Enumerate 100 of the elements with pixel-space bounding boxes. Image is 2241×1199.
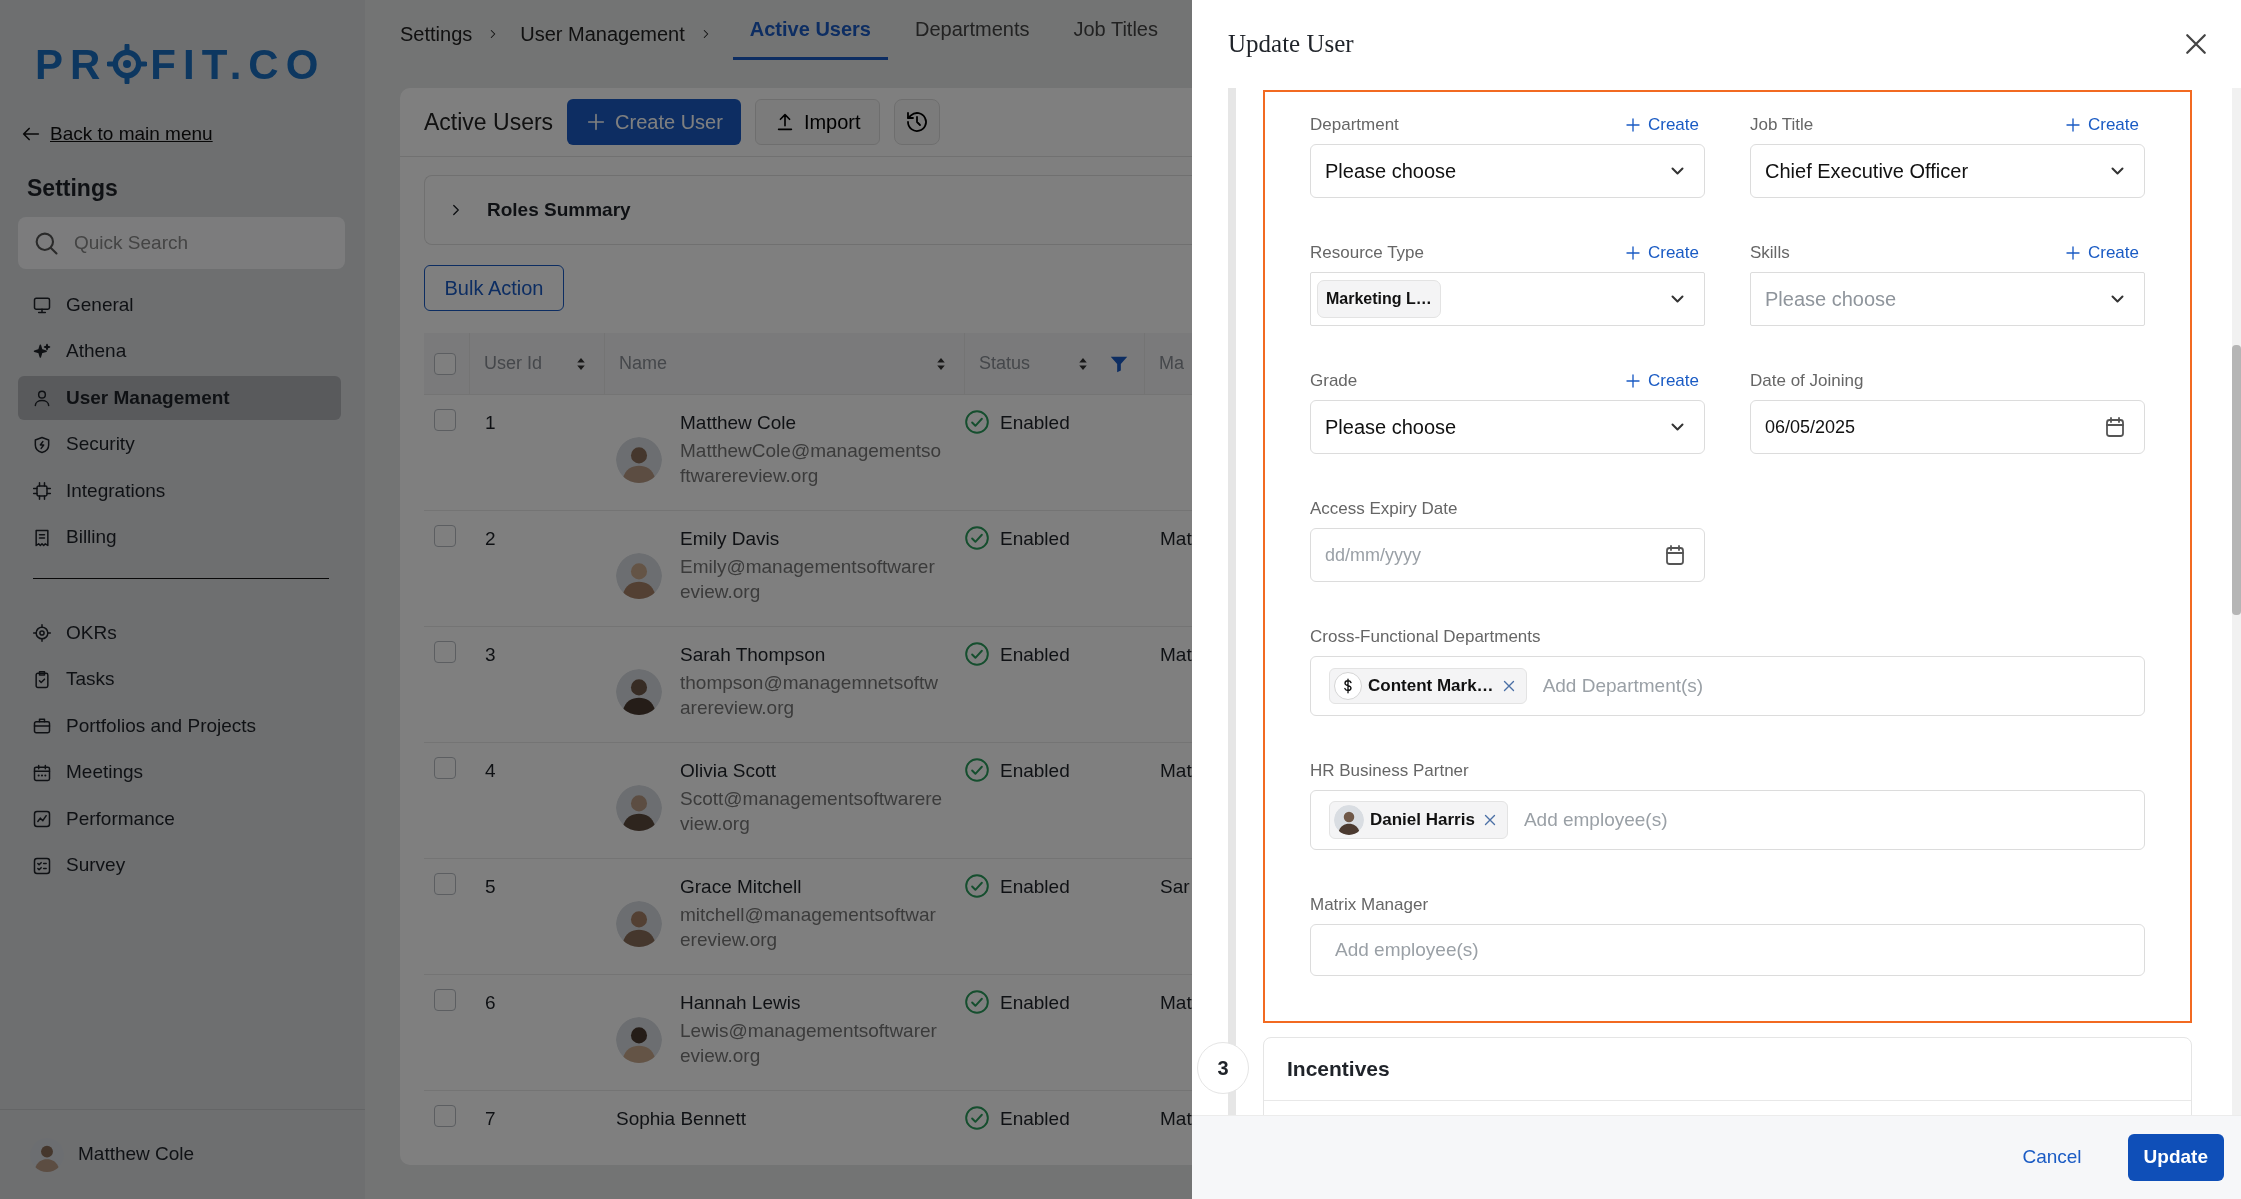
create-user-button[interactable]: Create User — [567, 98, 741, 145]
checkbox[interactable] — [434, 1105, 456, 1128]
checkbox[interactable] — [434, 525, 456, 548]
field-label: Access Expiry Date — [1310, 498, 1458, 521]
user-name: Matthew Cole — [78, 1142, 195, 1167]
briefcase-icon — [32, 716, 52, 736]
sidebar-item[interactable]: Meetings — [18, 750, 341, 795]
date-field[interactable]: 06/05/2025 — [1750, 400, 2145, 454]
user-name: Sarah Thompson — [680, 643, 827, 668]
user-email: Scott@managementsoftwarereview.org — [680, 786, 944, 837]
status-text: Enabled — [1000, 875, 1070, 900]
tab[interactable]: Departments — [898, 0, 1047, 60]
status-text: Enabled — [1000, 411, 1070, 436]
scrollbar-thumb[interactable] — [2232, 345, 2241, 615]
employee-field[interactable]: Add employee(s) — [1310, 924, 2145, 976]
person-icon — [32, 388, 52, 408]
check-circle-icon — [964, 873, 990, 900]
clipboard-icon — [32, 669, 52, 690]
sidebar-item[interactable]: Security — [18, 422, 341, 467]
field-label: Skills — [1750, 242, 1790, 265]
create-link[interactable]: Create — [1623, 368, 1699, 394]
checkbox[interactable] — [434, 989, 456, 1012]
table-cell: Mat — [1160, 644, 1192, 666]
select-field[interactable]: Please choose — [1310, 400, 1705, 454]
add-input[interactable]: Add employee(s) — [1333, 934, 2126, 966]
bulk-action-button[interactable]: Bulk Action — [424, 265, 564, 312]
cancel-button[interactable]: Cancel — [2016, 1142, 2088, 1173]
sidebar-item[interactable]: OKRs — [18, 611, 341, 655]
breadcrumb-link[interactable]: User Management — [520, 19, 685, 49]
field-label: Cross-Functional Departments — [1310, 626, 1541, 649]
import-button[interactable]: Import — [754, 98, 880, 145]
table-cell: Sar — [1160, 876, 1190, 898]
roles-summary-toggle[interactable]: Roles Summary — [424, 174, 1192, 246]
back-link[interactable]: Back to main menu — [20, 120, 365, 149]
sidebar-item[interactable]: Integrations — [18, 469, 341, 513]
add-input[interactable]: Add employee(s) — [1521, 804, 2126, 836]
sidebar-item[interactable]: Billing — [18, 515, 341, 560]
update-button[interactable]: Update — [2127, 1134, 2224, 1181]
check-circle-icon — [964, 1105, 990, 1132]
tag-label: Daniel Harris — [1370, 809, 1475, 832]
chevron-down-icon — [2111, 167, 2124, 175]
field-label: Matrix Manager — [1310, 894, 1429, 917]
checkbox[interactable] — [434, 873, 456, 896]
create-link[interactable]: Create — [1623, 112, 1699, 138]
date-field[interactable]: dd/mm/yyyy — [1310, 528, 1705, 582]
status-text: Enabled — [1000, 759, 1070, 784]
sidebar-item[interactable]: Tasks — [18, 657, 341, 702]
check-circle-icon — [964, 641, 990, 668]
table-cell: 4 — [485, 760, 496, 782]
selected-chip: Marketing L… — [1317, 280, 1441, 318]
sidebar-item[interactable]: Portfolios and Projects — [18, 704, 341, 748]
status-text: Enabled — [1000, 1107, 1070, 1132]
checkbox[interactable] — [434, 641, 456, 664]
create-link[interactable]: Create — [1623, 240, 1699, 266]
table-cell: 2 — [485, 528, 496, 550]
field-label: Date of Joining — [1750, 370, 1864, 393]
create-link[interactable]: Create — [2063, 240, 2139, 266]
avatar — [616, 668, 662, 715]
plus-icon — [1623, 372, 1642, 390]
add-input[interactable]: Add Department(s) — [1540, 670, 2126, 702]
table-cell: 1 — [485, 412, 496, 434]
receipt-icon — [32, 527, 52, 548]
user-name: Grace Mitchell — [680, 875, 803, 900]
checkbox[interactable] — [434, 409, 456, 432]
check-circle-icon — [964, 989, 990, 1016]
sidebar-item[interactable]: Performance — [18, 797, 341, 841]
search-field[interactable]: Quick Search — [18, 217, 345, 269]
select-field[interactable]: Marketing L… — [1310, 272, 1705, 326]
checkbox[interactable] — [434, 352, 456, 375]
user-email: mitchell@managementsoftwarereview.org — [680, 902, 937, 953]
select-field[interactable]: Please choose — [1310, 144, 1705, 198]
department-field[interactable]: Content Mark… Add Department(s) — [1310, 656, 2145, 716]
status-text: Enabled — [1000, 643, 1070, 668]
breadcrumb-link[interactable]: Settings — [400, 19, 473, 49]
sidebar-item[interactable]: Athena — [18, 329, 341, 374]
calendar-icon — [1663, 543, 1687, 567]
search-input[interactable]: Quick Search — [72, 227, 292, 259]
chevron-down-icon — [1671, 167, 1684, 175]
field-label: Resource Type — [1310, 242, 1425, 265]
checkbox[interactable] — [434, 757, 456, 780]
target-icon — [32, 623, 52, 643]
history-button[interactable] — [893, 98, 940, 145]
select-field[interactable]: Chief Executive Officer — [1750, 144, 2145, 198]
status-text: Enabled — [1000, 991, 1070, 1016]
user-email: thompson@managemnetsoftwarereview.org — [680, 670, 939, 721]
sidebar-item[interactable]: Survey — [18, 843, 341, 888]
check-circle-icon — [964, 525, 990, 552]
sidebar-item[interactable]: User Management — [18, 376, 341, 420]
sidebar-item[interactable]: General — [18, 283, 341, 327]
table-cell: 7 — [485, 1108, 496, 1130]
status-text: Enabled — [1000, 527, 1070, 552]
user-name: Sophia Bennett — [616, 1107, 746, 1132]
field-label: Job Title — [1750, 114, 1814, 137]
create-link[interactable]: Create — [2063, 112, 2139, 138]
employee-field[interactable]: Daniel Harris Add employee(s) — [1310, 790, 2145, 850]
table-cell: 3 — [485, 644, 496, 666]
tab[interactable]: Job Titles — [1056, 0, 1175, 60]
select-field[interactable]: Please choose — [1750, 272, 2145, 326]
tab[interactable]: Active Users — [732, 0, 888, 60]
step-number: 3 — [1197, 1042, 1249, 1094]
